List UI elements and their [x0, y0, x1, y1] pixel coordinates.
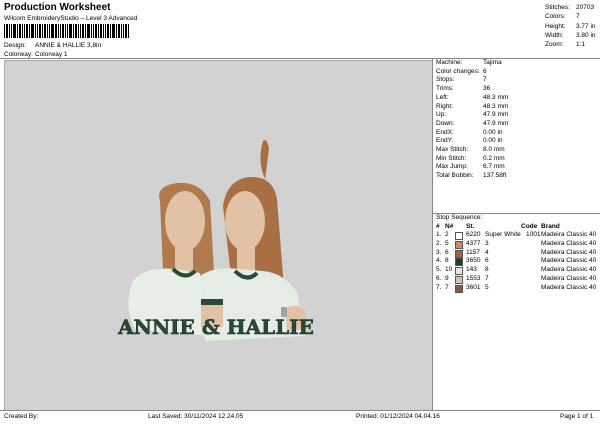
stat-stitches: Stitches: 20703 — [545, 4, 595, 11]
stop-sequence: Stop Sequence: # N# St. Code Brand 1. 2 62… — [436, 214, 597, 293]
embroidery-preview-image: ANNIE & HALLIE — [117, 140, 314, 341]
colorway-info: Colorway: Colorway 1 — [4, 51, 68, 58]
design-text: ANNIE & HALLIE — [117, 315, 314, 339]
stats-block: Stitches: 20703 Colors: 7 Height: 3.77 in W… — [545, 3, 596, 49]
colorway-label: Colorway: — [4, 51, 33, 58]
info-panel: Machine: Tajima Color changes: 6 Stops: 7 Trim… — [432, 58, 600, 410]
right-girl-bun — [260, 140, 269, 179]
stat-height: Height: 3.77 in — [545, 22, 596, 30]
stop-sequence-row: 2. 5 4377 3 Madeira Classic 40 — [436, 240, 597, 250]
barcode — [4, 24, 164, 38]
worksheet-title: Production Worksheet — [4, 2, 111, 13]
stop-sequence-row: 4. 8 3650 6 Madeira Classic 40 — [436, 257, 597, 267]
stop-sequence-title: Stop Sequence: — [436, 214, 483, 221]
design-info: Design: ANNIE & HALLIE 3,8in — [4, 42, 101, 49]
machine-info-row: Color changes: 6 — [436, 67, 487, 75]
stop-sequence-row: 1. 2 6220 Super White 1001 Madeira Classic 40 — [436, 231, 597, 241]
footer-saved: Last Saved: 30/11/2024 12.24.05 — [148, 413, 244, 420]
machine-info-row: EndY: 0.00 in — [436, 137, 503, 145]
right-girl-face — [225, 191, 265, 251]
machine-info-row: Trims: 36 — [436, 85, 491, 93]
machine-info-row: Min Stitch: 0.2 mm — [436, 154, 505, 162]
footer-page: Page 1 of 1 — [560, 413, 594, 420]
machine-info-row: Right: 48.3 mm — [436, 102, 509, 110]
machine-info-row: Stops: 7 — [436, 76, 487, 84]
footer-printed: Printed: 01/12/2024 04.04.16 — [356, 413, 440, 420]
thread-color-swatch — [455, 284, 463, 293]
machine-info-row: Max Jump: 6.7 mm — [436, 163, 505, 171]
stop-sequence-row: 5. 10 143 8 Madeira Classic 40 — [436, 266, 597, 276]
stop-sequence-row: 3. 6 1157 4 Madeira Classic 40 — [436, 248, 597, 258]
stat-colors: Colors: 7 — [545, 13, 580, 21]
machine-info-row: Left: 48.3 mm — [436, 93, 509, 101]
software-name: Wilcom EmbroideryStudio – Level 3 Advanc… — [4, 15, 138, 22]
divider-bottom — [0, 410, 600, 411]
footer-created: Created By: — [4, 413, 39, 420]
machine-info-row: Machine: Tajima — [436, 59, 502, 66]
machine-info-row: Total Bobbin: 137.58ft — [436, 172, 507, 180]
left-girl-face — [165, 191, 205, 251]
colorway-value: Colorway 1 — [35, 51, 68, 58]
stop-sequence-rows: 1. 2 6220 Super White 1001 Madeira Classic 40… — [436, 231, 597, 293]
machine-info-row: Down: 47.9 mm — [436, 119, 509, 127]
stop-sequence-row: 7. 7 3601 5 Madeira Classic 40 — [436, 283, 597, 293]
design-preview: ANNIE & HALLIE — [4, 60, 433, 411]
machine-info-row: Max Stitch: 8.0 mm — [436, 146, 505, 154]
stop-sequence-header: # N# St. Code Brand — [436, 222, 560, 230]
design-label: Design: — [4, 42, 27, 49]
stop-sequence-row: 6. 9 1553 7 Madeira Classic 40 — [436, 274, 597, 284]
machine-info-row: EndX: 0.00 in — [436, 128, 503, 136]
stat-width: Width: 3.80 in — [545, 31, 596, 39]
stat-zoom: Zoom: 1:1 — [545, 41, 586, 49]
machine-info: Machine: Tajima Color changes: 6 Stops: 7 Trim… — [433, 58, 600, 182]
design-value: ANNIE & HALLIE 3,8in — [35, 42, 102, 49]
machine-info-row: Up: 47.9 mm — [436, 111, 509, 119]
